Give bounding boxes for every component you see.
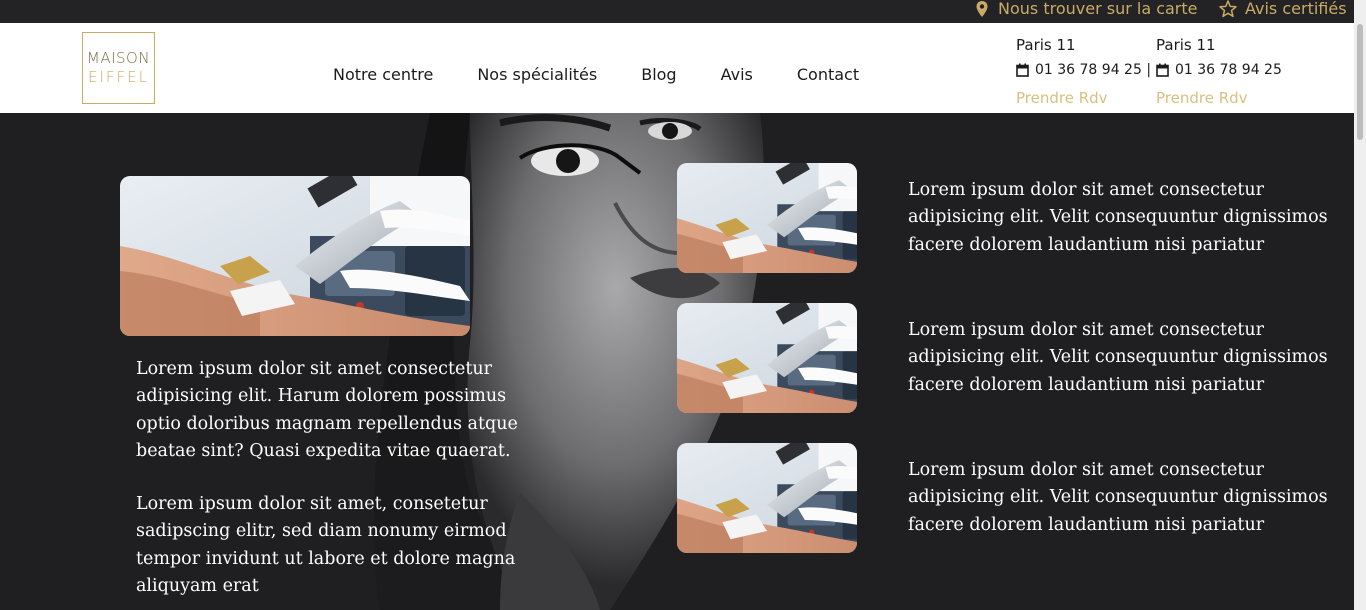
- scrollbar-thumb[interactable]: [1357, 24, 1363, 140]
- contact-city: Paris 11: [1156, 36, 1216, 54]
- laser-treatment-image: [120, 176, 470, 336]
- contact-phone[interactable]: 01 36 78 94 25 |: [1016, 56, 1156, 84]
- feature-image: [677, 443, 857, 553]
- contact-phone[interactable]: 01 36 78 94 25: [1156, 56, 1296, 84]
- feature-image: [677, 303, 857, 413]
- main-nav: Notre centre Nos spécialités Blog Avis C…: [333, 62, 903, 86]
- nav-item-nos-specialites[interactable]: Nos spécialités: [477, 65, 597, 84]
- contact-block-2: Paris 11 01 36 78 94 25 Prendre Rdv: [1156, 34, 1296, 112]
- logo-line-1: MAISON: [86, 49, 151, 67]
- intro-paragraph-2: Lorem ipsum dolor sit amet, consetetur s…: [136, 494, 516, 596]
- map-link[interactable]: Nous trouver sur la carte: [974, 0, 1198, 18]
- book-appointment-link[interactable]: Prendre Rdv: [1016, 84, 1156, 112]
- feature-image: [677, 163, 857, 273]
- reviews-link[interactable]: Avis certifiés: [1219, 0, 1347, 18]
- contact-phone-number: 01 36 78 94 25: [1175, 62, 1282, 78]
- page-scrollbar[interactable]: [1354, 0, 1366, 610]
- logo[interactable]: MAISON EIFFEL: [82, 32, 155, 104]
- nav-item-avis[interactable]: Avis: [721, 65, 753, 84]
- map-link-label: Nous trouver sur la carte: [998, 0, 1198, 18]
- star-icon: [1219, 0, 1237, 17]
- nav-item-notre-centre[interactable]: Notre centre: [333, 65, 433, 84]
- nav-item-contact[interactable]: Contact: [797, 65, 859, 84]
- book-appointment-link[interactable]: Prendre Rdv: [1156, 84, 1296, 112]
- feature-text: Lorem ipsum dolor sit amet consectetur a…: [908, 180, 1328, 255]
- hero-section: Lorem ipsum dolor sit amet consectetur a…: [0, 113, 1354, 610]
- contact-city: Paris 11: [1016, 36, 1076, 54]
- map-pin-icon: [976, 0, 988, 17]
- feature-text: Lorem ipsum dolor sit amet consectetur a…: [908, 460, 1328, 535]
- top-bar: Nous trouver sur la carte Avis certifiés: [0, 0, 1366, 23]
- nav-item-blog[interactable]: Blog: [641, 65, 676, 84]
- contact-phone-number: 01 36 78 94 25 |: [1035, 62, 1152, 78]
- intro-paragraph-1: Lorem ipsum dolor sit amet consectetur a…: [136, 359, 518, 461]
- reviews-link-label: Avis certifiés: [1245, 0, 1347, 18]
- logo-line-2: EIFFEL: [88, 68, 149, 86]
- contact-block-1: Paris 11 01 36 78 94 25 | Prendre Rdv: [1016, 34, 1156, 112]
- calendar-icon: [1156, 63, 1169, 77]
- site-header: MAISON EIFFEL Notre centre Nos spécialit…: [0, 23, 1354, 113]
- calendar-icon: [1016, 63, 1029, 77]
- feature-text: Lorem ipsum dolor sit amet consectetur a…: [908, 320, 1328, 395]
